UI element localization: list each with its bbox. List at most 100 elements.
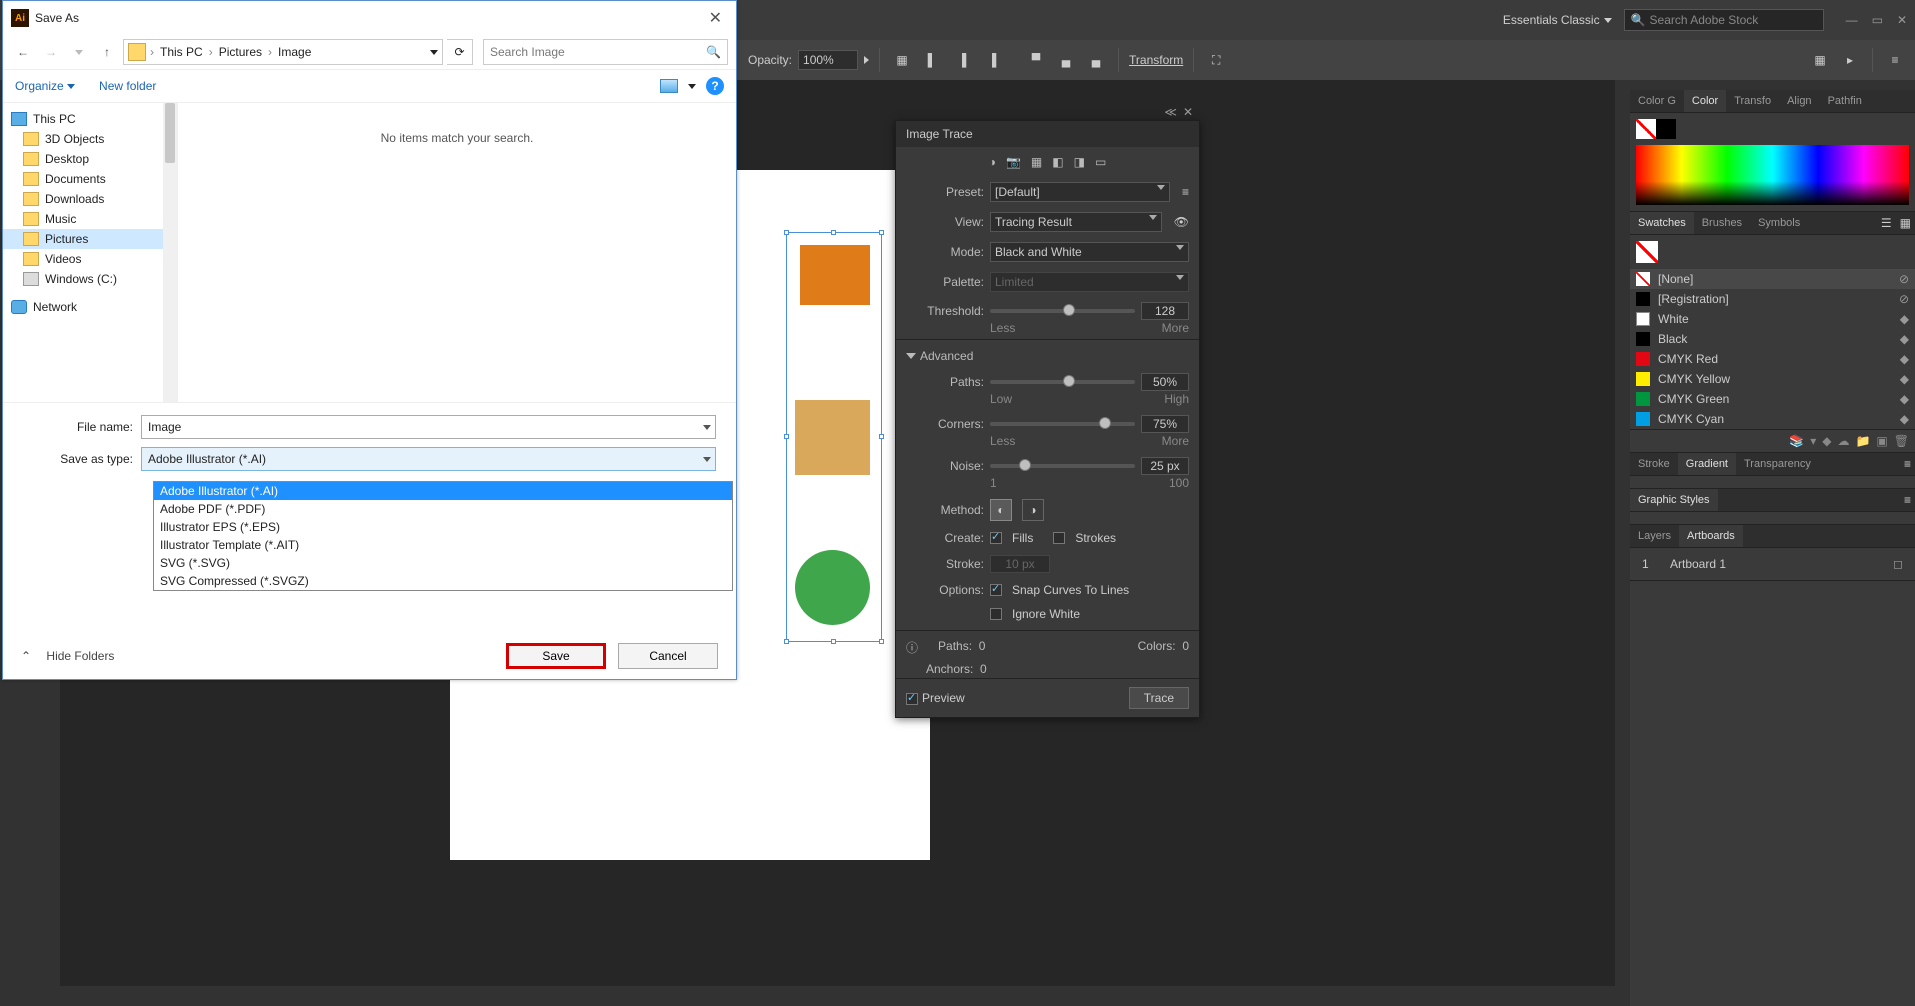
preview-checkbox[interactable] xyxy=(906,693,918,705)
tree-scrollbar[interactable] xyxy=(163,103,177,402)
swatch-options-icon[interactable]: ☁ xyxy=(1837,434,1849,448)
ignorewhite-checkbox[interactable] xyxy=(990,608,1002,620)
filetype-option[interactable]: SVG (*.SVG) xyxy=(154,554,732,572)
gpu-icon[interactable]: ▸ xyxy=(1838,48,1862,72)
paths-value[interactable]: 50% xyxy=(1141,373,1189,391)
view-select[interactable]: Tracing Result xyxy=(990,212,1162,232)
view-mode-icon[interactable] xyxy=(660,79,678,93)
dialog-close-icon[interactable]: ✕ xyxy=(703,8,728,28)
preset-menu-icon[interactable]: ≡ xyxy=(1182,185,1189,199)
paths-slider[interactable] xyxy=(990,380,1135,384)
opacity-input[interactable] xyxy=(798,50,858,70)
tree-item[interactable]: 3D Objects xyxy=(3,129,177,149)
refresh-icon[interactable]: ⟳ xyxy=(447,39,473,65)
current-fill-icon[interactable] xyxy=(1636,241,1658,263)
tree-item[interactable]: Documents xyxy=(3,169,177,189)
isolate-icon[interactable]: ⛶ xyxy=(1204,48,1228,72)
trace-button[interactable]: Trace xyxy=(1129,687,1189,709)
align-hcenter-icon[interactable]: ▐ xyxy=(950,48,974,72)
panel-menu-icon[interactable]: ≡ xyxy=(1900,453,1915,475)
adobe-stock-search[interactable]: 🔍 Search Adobe Stock xyxy=(1624,9,1824,31)
address-bar[interactable]: › This PC › Pictures › Image xyxy=(123,39,443,65)
tab-align[interactable]: Align xyxy=(1779,90,1819,112)
corners-slider[interactable] xyxy=(990,422,1135,426)
filetype-option[interactable]: SVG Compressed (*.SVGZ) xyxy=(154,572,732,590)
trace-preset-outline-icon[interactable]: ▭ xyxy=(1095,155,1106,169)
corners-value[interactable]: 75% xyxy=(1141,415,1189,433)
tab-pathfinder[interactable]: Pathfin xyxy=(1820,90,1870,112)
swatch-row[interactable]: CMYK Cyan◆ xyxy=(1630,409,1915,429)
stroke-swatch[interactable] xyxy=(1656,119,1676,139)
threshold-slider[interactable] xyxy=(990,309,1135,313)
align-right-icon[interactable]: ▐ xyxy=(980,48,1004,72)
help-icon[interactable]: ? xyxy=(706,77,724,95)
trace-preset-gray-icon[interactable]: ◧ xyxy=(1052,155,1063,169)
filename-history-icon[interactable] xyxy=(703,425,711,430)
nav-recent-icon[interactable] xyxy=(67,40,91,64)
tab-artboards[interactable]: Artboards xyxy=(1679,525,1743,547)
saveastype-select[interactable]: Adobe Illustrator (*.AI) xyxy=(141,447,716,471)
align-icon[interactable]: ▦ xyxy=(890,48,914,72)
strokes-checkbox[interactable] xyxy=(1053,532,1065,544)
restore-icon[interactable]: ▭ xyxy=(1872,13,1883,27)
tab-brushes[interactable]: Brushes xyxy=(1694,212,1750,234)
swatch-delete-icon[interactable]: 🗑 xyxy=(1894,434,1909,448)
noise-slider[interactable] xyxy=(990,464,1135,468)
filetype-option[interactable]: Illustrator Template (*.AIT) xyxy=(154,536,732,554)
swatch-row[interactable]: [None]⊘ xyxy=(1630,269,1915,289)
trace-preset-bw-icon[interactable]: ◨ xyxy=(1074,155,1085,169)
tab-stroke[interactable]: Stroke xyxy=(1630,453,1678,475)
arrange-docs-icon[interactable]: ▦ xyxy=(1808,48,1832,72)
swatch-gridview-icon[interactable]: ▦ xyxy=(1896,212,1915,234)
saveastype-dropdown[interactable]: Adobe Illustrator (*.AI)Adobe PDF (*.PDF… xyxy=(153,481,733,591)
tree-item[interactable]: Music xyxy=(3,209,177,229)
swatch-lib-icon[interactable]: 📚 xyxy=(1789,434,1804,448)
tab-swatches[interactable]: Swatches xyxy=(1630,212,1694,234)
tree-item[interactable]: This PC xyxy=(3,109,177,129)
workspace-switcher[interactable]: Essentials Classic xyxy=(1503,13,1612,27)
swatch-row[interactable]: CMYK Green◆ xyxy=(1630,389,1915,409)
panel-close-icon[interactable]: ✕ xyxy=(1183,105,1193,119)
tab-transform[interactable]: Transfo xyxy=(1726,90,1779,112)
threshold-value[interactable]: 128 xyxy=(1141,302,1189,320)
cancel-button[interactable]: Cancel xyxy=(618,643,718,669)
swatch-row[interactable]: CMYK Yellow◆ xyxy=(1630,369,1915,389)
folder-tree[interactable]: This PC3D ObjectsDesktopDocumentsDownloa… xyxy=(3,103,178,402)
transform-link[interactable]: Transform xyxy=(1129,53,1183,67)
align-vcenter-icon[interactable]: ▄ xyxy=(1054,48,1078,72)
explorer-search[interactable]: Search Image 🔍 xyxy=(483,39,728,65)
mode-select[interactable]: Black and White xyxy=(990,242,1189,262)
tree-item[interactable]: Network xyxy=(3,297,177,317)
newfolder-button[interactable]: New folder xyxy=(99,79,156,93)
swatch-new-icon[interactable]: ▣ xyxy=(1876,434,1887,448)
tab-color-guide[interactable]: Color G xyxy=(1630,90,1684,112)
swatch-kind-icon[interactable]: ◆ xyxy=(1822,434,1831,448)
opacity-popup-icon[interactable] xyxy=(864,56,869,64)
organize-menu[interactable]: Organize xyxy=(15,79,75,93)
align-bottom-icon[interactable]: ▄ xyxy=(1084,48,1108,72)
swatch-menu-icon[interactable]: ▾ xyxy=(1810,434,1816,448)
swatch-row[interactable]: [Registration]⊘ xyxy=(1630,289,1915,309)
align-left-icon[interactable]: ▌ xyxy=(920,48,944,72)
tree-item[interactable]: Desktop xyxy=(3,149,177,169)
noise-value[interactable]: 25 px xyxy=(1141,457,1189,475)
panel-menu-icon[interactable]: ≡ xyxy=(1900,489,1915,511)
tree-item[interactable]: Windows (C:) xyxy=(3,269,177,289)
preset-select[interactable]: [Default] xyxy=(990,182,1170,202)
color-spectrum[interactable] xyxy=(1636,145,1909,205)
artboard-row[interactable]: 1 Artboard 1 ◻ xyxy=(1636,554,1909,574)
align-top-icon[interactable]: ▀ xyxy=(1024,48,1048,72)
tab-color[interactable]: Color xyxy=(1684,90,1726,112)
address-history-icon[interactable] xyxy=(430,50,438,55)
tab-graphic-styles[interactable]: Graphic Styles xyxy=(1630,489,1718,511)
trace-preset-lowcolor-icon[interactable]: ▦ xyxy=(1031,155,1042,169)
trace-preset-photo-icon[interactable]: 📷 xyxy=(1006,155,1021,169)
tree-item[interactable]: Downloads xyxy=(3,189,177,209)
fills-checkbox[interactable] xyxy=(990,532,1002,544)
nav-up-icon[interactable]: ↑ xyxy=(95,40,119,64)
tree-item[interactable]: Pictures xyxy=(3,229,177,249)
advanced-disclosure[interactable]: Advanced xyxy=(906,349,973,363)
panel-menu-icon[interactable]: ≡ xyxy=(1883,48,1907,72)
close-icon[interactable]: ✕ xyxy=(1897,13,1907,27)
panel-collapse-icon[interactable]: ≪ xyxy=(1164,105,1177,119)
